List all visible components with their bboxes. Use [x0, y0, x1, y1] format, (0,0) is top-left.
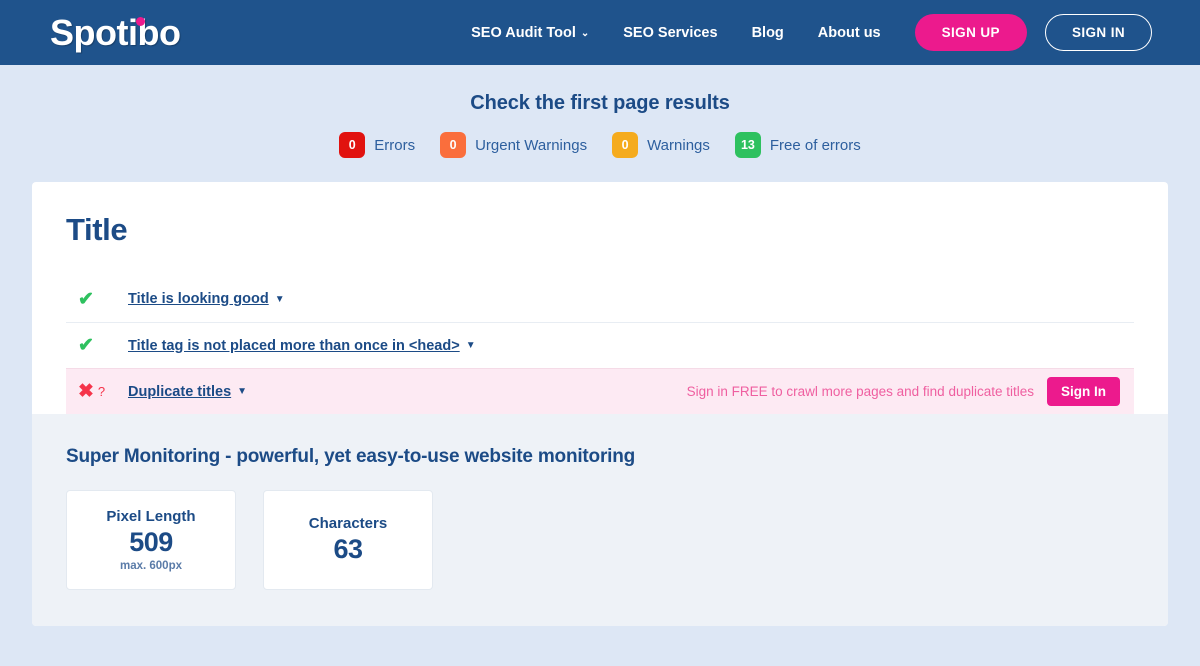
pixel-length-max: max. 600px — [119, 560, 182, 573]
free-of-errors-count-badge: 13 — [734, 132, 761, 158]
expand-caret-icon-1[interactable]: ▼ — [275, 294, 285, 305]
nav-item-about-us[interactable]: About us — [818, 25, 881, 41]
urgent-warnings-count-badge: 0 — [440, 132, 467, 158]
monitoring-title: Super Monitoring - powerful, yet easy-to… — [66, 446, 636, 467]
check-icon: ✔ — [78, 288, 94, 310]
sign-in-button-header[interactable]: SIGN IN — [1044, 14, 1152, 51]
urgent-warnings-label: Urgent Warnings — [475, 136, 588, 154]
upsell-text: Sign in FREE to crawl more pages and fin… — [686, 384, 1034, 399]
expand-caret-icon-3[interactable]: ▼ — [237, 386, 247, 397]
chevron-down-icon: ⌄ — [580, 28, 590, 39]
warnings-label: Warnings — [647, 136, 710, 154]
sign-in-button-inline[interactable]: Sign In — [1047, 377, 1120, 406]
nav-item-seo-services[interactable]: SEO Services — [623, 25, 717, 41]
page-title: Title — [66, 212, 128, 247]
upsell-area: Sign in FREE to crawl more pages and fin… — [687, 377, 1120, 406]
pixel-length-label: Pixel Length — [106, 507, 196, 525]
characters-label: Characters — [308, 515, 388, 533]
main-navigation: SEO Audit Tool ⌄ SEO Services Blog About… — [471, 14, 1152, 51]
site-logo[interactable]: Spotibo — [50, 11, 181, 53]
nav-item-about-us-label: About us — [817, 24, 881, 41]
status-check-icon-2: ✔ — [66, 336, 128, 355]
nav-item-blog[interactable]: Blog — [752, 25, 784, 41]
summary-badge-errors: 0 Errors — [339, 132, 415, 158]
report-card: Title ✔ Title is looking good ▼ ✔ Title … — [32, 182, 1168, 626]
check-link-title-looking-good[interactable]: Title is looking good — [128, 291, 269, 307]
pixel-length-value: 509 — [129, 526, 173, 557]
site-header: Spotibo SEO Audit Tool ⌄ SEO Services Bl… — [0, 0, 1200, 65]
summary-badge-free-of-errors: 13 Free of errors — [734, 132, 861, 158]
report-card-body: Title ✔ Title is looking good ▼ ✔ Title … — [32, 182, 1168, 414]
sign-up-button[interactable]: SIGN UP — [914, 14, 1027, 51]
expand-caret-icon-2[interactable]: ▼ — [466, 340, 476, 351]
question-mark-icon[interactable]: ? — [98, 385, 105, 398]
nav-item-seo-audit-tool-label: SEO Audit Tool — [471, 24, 576, 41]
stat-card-characters: Characters 63 — [263, 490, 433, 590]
summary-badge-list: 0 Errors 0 Urgent Warnings 0 Warnings 13… — [0, 132, 1200, 158]
stat-card-pixel-length: Pixel Length 509 max. 600px — [66, 490, 236, 590]
table-row[interactable]: ✖ ? Duplicate titles ▼ Sign in FREE to c… — [66, 368, 1134, 414]
stat-card-list: Pixel Length 509 max. 600px Characters 6… — [66, 490, 1134, 590]
check-icon: ✔ — [78, 335, 94, 356]
logo-text: Spotibo — [50, 11, 181, 53]
status-cross-icon-3: ✖ ? — [66, 382, 128, 401]
free-of-errors-label: Free of errors — [769, 136, 861, 154]
errors-label: Errors — [374, 136, 416, 154]
status-check-icon-1: ✔ — [66, 290, 128, 309]
check-link-title-tag-once-in-head[interactable]: Title tag is not placed more than once i… — [128, 338, 460, 354]
summary-title: Check the first page results — [470, 92, 730, 114]
logo-dot-icon — [136, 16, 145, 26]
nav-item-seo-audit-tool[interactable]: SEO Audit Tool ⌄ — [471, 25, 589, 41]
table-row[interactable]: ✔ Title tag is not placed more than once… — [66, 322, 1134, 368]
warnings-count-badge: 0 — [612, 132, 639, 158]
characters-value: 63 — [333, 534, 363, 565]
results-summary: Check the first page results 0 Errors 0 … — [0, 65, 1200, 158]
summary-badge-urgent-warnings: 0 Urgent Warnings — [440, 132, 587, 158]
errors-count-badge: 0 — [339, 132, 366, 158]
check-link-duplicate-titles[interactable]: Duplicate titles — [128, 384, 231, 400]
nav-item-seo-services-label: SEO Services — [623, 24, 718, 41]
table-row[interactable]: ✔ Title is looking good ▼ — [66, 276, 1134, 322]
nav-item-blog-label: Blog — [751, 24, 784, 41]
monitoring-section: Super Monitoring - powerful, yet easy-to… — [32, 414, 1168, 626]
summary-badge-warnings: 0 Warnings — [612, 132, 710, 158]
cross-icon: ✖ — [78, 381, 94, 402]
